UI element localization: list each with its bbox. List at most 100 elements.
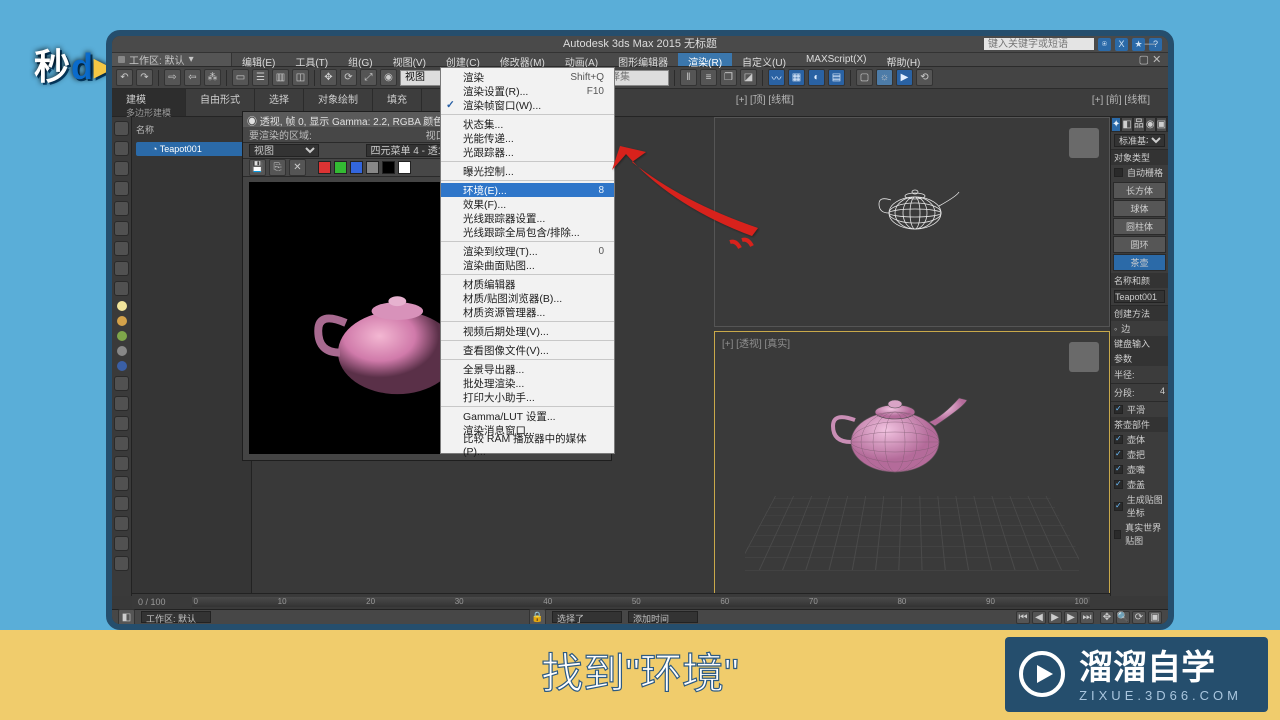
menu-item[interactable]: 图形编辑器	[608, 53, 678, 66]
primitive-button[interactable]: 长方体	[1113, 182, 1166, 199]
tool-icon[interactable]	[114, 436, 129, 451]
ribbon-tab-model[interactable]: 建模 多边形建模	[112, 89, 186, 116]
menu-item[interactable]: 渲染Shift+Q	[441, 70, 614, 84]
tool-icon[interactable]	[114, 516, 129, 531]
util-tab[interactable]: ✧	[1167, 117, 1174, 132]
tool-icon[interactable]	[114, 161, 129, 176]
link-button[interactable]: ⇨	[164, 69, 181, 86]
play-icon[interactable]: ▶	[1048, 611, 1062, 624]
menu-item[interactable]: 状态集...	[441, 117, 614, 131]
motion-tab[interactable]: ◉	[1145, 117, 1156, 132]
scale-button[interactable]: ⤢	[360, 69, 377, 86]
redo-button[interactable]: ↷	[136, 69, 153, 86]
select-rect-button[interactable]: ▥	[272, 69, 289, 86]
channel-r[interactable]	[318, 161, 331, 174]
next-frame-icon[interactable]: ▶	[1064, 611, 1078, 624]
part-checkbox[interactable]: 壶把	[1111, 447, 1168, 462]
part-checkbox[interactable]: 壶体	[1111, 432, 1168, 447]
menu-item[interactable]: 查看图像文件(V)...	[441, 343, 614, 357]
timeline[interactable]: 0 / 100 0102030405060708090100	[132, 593, 1110, 609]
primitive-button[interactable]: 圆环	[1113, 236, 1166, 253]
part-checkbox[interactable]: 壶盖	[1111, 477, 1168, 492]
tool-icon[interactable]	[114, 281, 129, 296]
menu-item[interactable]: Gamma/LUT 设置...	[441, 409, 614, 423]
menu-item[interactable]: 全景导出器...	[441, 362, 614, 376]
rollup-header[interactable]: 茶壶部件	[1111, 417, 1168, 432]
layer-button[interactable]: ❐	[720, 69, 737, 86]
channel-mono[interactable]	[382, 161, 395, 174]
modify-tab[interactable]: ◧	[1121, 117, 1132, 132]
tool-icon[interactable]	[114, 536, 129, 551]
menu-item[interactable]: 创建(C)	[436, 53, 490, 66]
curve-editor-button[interactable]: 〰	[768, 69, 785, 86]
goto-start-icon[interactable]: ⏮	[1016, 611, 1030, 624]
menu-item[interactable]: 渲染到纹理(T)...0	[441, 244, 614, 258]
color-swatch[interactable]	[117, 361, 127, 371]
mirror-button[interactable]: ‖	[680, 69, 697, 86]
maxscript-icon[interactable]: ◧	[118, 609, 135, 626]
rotate-button[interactable]: ⟳	[340, 69, 357, 86]
tool-icon[interactable]	[114, 121, 129, 136]
schematic-button[interactable]: ▦	[788, 69, 805, 86]
render-setup-button[interactable]: ▤	[828, 69, 845, 86]
tool-icon[interactable]	[114, 476, 129, 491]
undo-button[interactable]: ↶	[116, 69, 133, 86]
orbit-icon[interactable]: ⟳	[1132, 611, 1146, 624]
rollup-header[interactable]: 对象类型	[1111, 150, 1168, 165]
display-tab[interactable]: ▣	[1156, 117, 1167, 132]
viewport-perspective[interactable]: [+] [透视] [真实]	[714, 331, 1110, 596]
render-frame-button[interactable]: ▢	[856, 69, 873, 86]
exchange-icon[interactable]: X	[1115, 38, 1128, 51]
menu-item[interactable]: 渲染设置(R)...F10	[441, 84, 614, 98]
signin-icon[interactable]: ⍟	[1098, 38, 1111, 51]
render-area-dropdown[interactable]: 视图	[249, 144, 319, 157]
color-swatch[interactable]	[117, 316, 127, 326]
material-editor-button[interactable]: ◐	[808, 69, 825, 86]
menu-item[interactable]: 比较 RAM 播放器中的媒体(P)...	[441, 437, 614, 451]
menu-item[interactable]: 打印大小助手...	[441, 390, 614, 404]
menu-item[interactable]: 环境(E)...8	[441, 183, 614, 197]
tool-icon[interactable]	[114, 181, 129, 196]
menu-item[interactable]: 光线跟踪全局包含/排除...	[441, 225, 614, 239]
menu-item[interactable]: 光能传递...	[441, 131, 614, 145]
rollup-header[interactable]: 键盘输入	[1111, 336, 1168, 351]
part-checkbox[interactable]: 壶嘴	[1111, 462, 1168, 477]
goto-end-icon[interactable]: ⏭	[1080, 611, 1094, 624]
zoom-icon[interactable]: 🔍	[1116, 611, 1130, 624]
hierarchy-tab[interactable]: 品	[1133, 117, 1145, 132]
color-swatch[interactable]	[117, 346, 127, 356]
viewport-label[interactable]: [+] [透视] [真实]	[719, 334, 793, 351]
lock-icon[interactable]: 🔒	[529, 609, 546, 626]
workspace-selector[interactable]: 工作区: 默认 ▾	[112, 53, 232, 66]
menu-item[interactable]: 光跟踪器...	[441, 145, 614, 159]
channel-g[interactable]	[334, 161, 347, 174]
window-crossing-button[interactable]: ◫	[292, 69, 309, 86]
rollup-header[interactable]: 创建方法	[1111, 306, 1168, 321]
object-name-input[interactable]	[1114, 290, 1165, 303]
menu-item[interactable]: 组(G)	[338, 53, 382, 66]
tool-icon[interactable]	[114, 496, 129, 511]
menu-item[interactable]: 光线跟踪器设置...	[441, 211, 614, 225]
primitive-button[interactable]: 球体	[1113, 200, 1166, 217]
align-button[interactable]: ≡	[700, 69, 717, 86]
category-dropdown[interactable]: 标准基本体	[1114, 134, 1165, 147]
menu-item[interactable]: 帮助(H)	[877, 53, 931, 66]
menu-item[interactable]: 效果(F)...	[441, 197, 614, 211]
select-name-button[interactable]: ☰	[252, 69, 269, 86]
tool-icon[interactable]	[114, 241, 129, 256]
move-button[interactable]: ✥	[320, 69, 337, 86]
tool-icon[interactable]	[114, 376, 129, 391]
color-swatch[interactable]	[117, 331, 127, 341]
rollup-header[interactable]: 参数	[1111, 351, 1168, 366]
menu-item[interactable]: 动画(A)	[555, 53, 608, 66]
channel-b[interactable]	[350, 161, 363, 174]
tool-icon[interactable]	[114, 396, 129, 411]
menu-item[interactable]: MAXScript(X)	[796, 53, 877, 66]
menu-item[interactable]: 视图(V)	[383, 53, 436, 66]
primitive-button[interactable]: 圆柱体	[1113, 218, 1166, 235]
menu-item[interactable]: 视频后期处理(V)...	[441, 324, 614, 338]
menu-item[interactable]: 渲染(R)	[678, 53, 732, 66]
primitive-button[interactable]: 茶壶	[1113, 254, 1166, 271]
save-icon[interactable]: 💾	[249, 159, 266, 176]
scene-item[interactable]: ◔ Teapot001	[136, 142, 247, 156]
